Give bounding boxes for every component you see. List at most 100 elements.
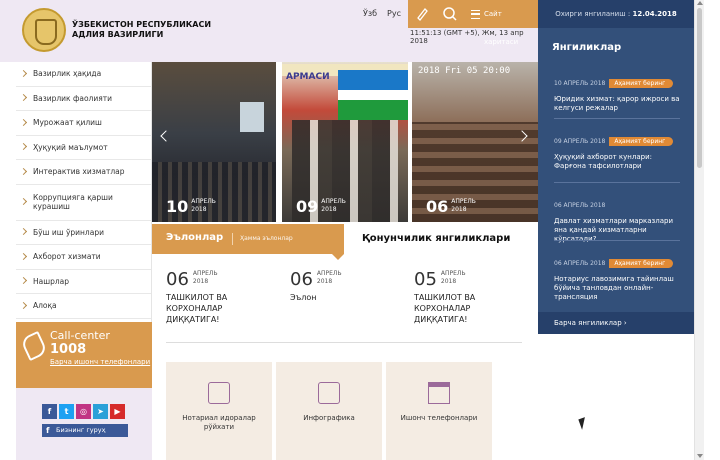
scroll-up-arrow-icon[interactable] (697, 1, 703, 5)
search-button[interactable] (436, 0, 464, 28)
divider (554, 118, 680, 119)
announcement-text: ТАШКИЛОТ ВА КОРХОНАЛАР ДИҚҚАТИГА! (414, 293, 476, 324)
tab-pointer (332, 254, 344, 260)
facebook-icon[interactable]: f (42, 404, 57, 419)
bank-icon (428, 382, 450, 404)
news-item[interactable]: 06 АПРЕЛЬ 2018 Аҳамият беринг Нотариус ла… (554, 250, 680, 302)
youtube-icon[interactable]: ▶ (110, 404, 125, 419)
sidebar-item-publications[interactable]: Нашрлар (16, 270, 151, 294)
announcement-item[interactable]: 06 апрель 2018 Эълон (290, 270, 390, 303)
banner-text: АРМАСИ (286, 72, 330, 82)
twitter-icon[interactable]: t (59, 404, 74, 419)
news-date: 06 АПРЕЛЬ 2018 (554, 202, 606, 209)
photo-month: апрель (321, 198, 346, 205)
brush-icon (417, 8, 428, 21)
sidebar-item-appeal[interactable]: Мурожаат қилиш (16, 111, 151, 136)
instagram-icon[interactable]: ◎ (76, 404, 91, 419)
last-updated-date: 12.04.2018 (632, 10, 677, 18)
mouse-cursor-icon (578, 417, 589, 430)
chevron-right-icon (19, 94, 28, 102)
news-photo[interactable]: 2018 Fri 05 20:00 06 апрель 2018 (412, 62, 538, 222)
last-updated-label: Охирги янгиланиш : (555, 10, 631, 18)
tile-notary-list[interactable]: Нотариал идоралар рўйхати (166, 362, 272, 460)
lang-uz-link[interactable]: Ўзб (358, 0, 382, 28)
sidebar-item-label: Бўш иш ўринлари (33, 227, 104, 237)
social-links: f t ◎ ➤ ▶ f Бизнинг гуруҳ (16, 388, 152, 460)
sidebar-item-label: Алоқа (33, 301, 57, 311)
sidebar-item-label: Коррупцияга қарши курашиш (33, 193, 113, 211)
news-text: Ҳуқуқий ахборот кунлари: Фарғона тафсило… (554, 153, 652, 170)
emblem-logo-icon[interactable] (22, 8, 66, 52)
news-item[interactable]: 06 АПРЕЛЬ 2018 Давлат хизматлари марказл… (554, 192, 680, 244)
photo-date: 10 апрель 2018 (166, 198, 216, 216)
all-news-link[interactable]: Барча янгиликлар › (538, 312, 694, 334)
photo-year: 2018 (191, 206, 207, 213)
sidebar-item-legal-info[interactable]: Ҳуқуқий маълумот (16, 136, 151, 160)
all-hotlines-link[interactable]: Барча ишонч телефонлари (50, 358, 152, 367)
announcement-month: апрель (316, 270, 342, 277)
announcement-day: 05 (414, 269, 437, 290)
news-item[interactable]: 10 АПРЕЛЬ 2018 Аҳамият беринг Юридик хизм… (554, 70, 680, 113)
sidebar-item-interactive[interactable]: Интерактив хизматлар (16, 160, 151, 185)
accessibility-button[interactable] (408, 0, 436, 28)
tile-infographics[interactable]: Инфографика (276, 362, 382, 460)
attention-badge: Аҳамият беринг (609, 259, 674, 268)
tab-legislation-news[interactable]: Қонунчилик янгиликлари (362, 233, 510, 244)
sidebar-item-activity[interactable]: Вазирлик фаолияти (16, 87, 151, 111)
news-item[interactable]: 09 АПРЕЛЬ 2018 Аҳамият беринг Ҳуқуқий ахб… (554, 128, 680, 171)
photo-month: апрель (451, 198, 476, 205)
sidebar-item-label: Ахборот хизмати (33, 252, 101, 262)
lang-ru-link[interactable]: Рус (382, 0, 406, 28)
page-scrollbar[interactable] (694, 0, 704, 460)
sidebar-item-label: Ҳуқуқий маълумот (33, 142, 108, 152)
sidebar-item-about[interactable]: Вазирлик ҳақида (16, 62, 151, 87)
header: ЎЗБЕКИСТОН РЕСПУБЛИКАСИ АДЛИЯ ВАЗИРЛИГИ … (0, 0, 538, 62)
all-announcements-link[interactable]: Ҳамма эълонлар (240, 235, 293, 242)
chevron-right-icon (19, 69, 28, 77)
sidebar-item-anticorruption[interactable]: Коррупцияга қарши курашиш (16, 185, 151, 221)
announcement-year: 2018 (440, 278, 457, 285)
news-date: 10 АПРЕЛЬ 2018 (554, 80, 606, 87)
announcement-item[interactable]: 05 апрель 2018 ТАШКИЛОТ ВА КОРХОНАЛАР ДИҚ… (414, 270, 514, 325)
announcement-month: апрель (440, 270, 466, 277)
call-center-title: Call-center (50, 329, 110, 342)
announcement-year: 2018 (316, 278, 333, 285)
chevron-right-icon (19, 252, 28, 260)
our-group-button[interactable]: f Бизнинг гуруҳ (42, 424, 128, 437)
tile-label: Ишонч телефонлари (400, 414, 478, 422)
divider (166, 342, 522, 343)
chevron-right-icon (19, 301, 28, 309)
search-icon (443, 7, 457, 21)
our-group-label: Бизнинг гуруҳ (56, 426, 106, 434)
sitemap-button[interactable]: Сайт харитаси (464, 0, 538, 46)
chevron-right-icon (19, 143, 28, 151)
sidebar-nav: Вазирлик ҳақида Вазирлик фаолияти Мурожа… (16, 62, 152, 460)
photo-month: апрель (191, 198, 216, 205)
news-photo[interactable]: 10 апрель 2018 (152, 62, 276, 222)
attention-badge: Аҳамият беринг (609, 137, 674, 146)
tile-label: Инфографика (303, 414, 355, 422)
announcement-item[interactable]: 06 апрель 2018 ТАШКИЛОТ ВА КОРХОНАЛАР ДИҚ… (166, 270, 266, 325)
sidebar-item-label: Интерактив хизматлар (33, 167, 125, 177)
chevron-right-icon: › (623, 319, 627, 327)
sidebar-item-contact[interactable]: Алоқа (16, 294, 151, 319)
scrollbar-thumb[interactable] (697, 8, 702, 168)
tab-announcements[interactable]: Эълонлар Ҳамма эълонлар (152, 224, 344, 260)
news-photo[interactable]: АРМАСИ 09 апрель 2018 (282, 62, 408, 222)
all-news-label: Барча янгиликлар (554, 319, 622, 327)
announcement-month: апрель (192, 270, 218, 277)
tab-announcements-label: Эълонлар (166, 232, 224, 243)
sidebar-item-vacancies[interactable]: Бўш иш ўринлари (16, 221, 151, 245)
sidebar-item-label: Вазирлик ҳақида (33, 69, 102, 79)
announcement-text: Эълон (290, 293, 317, 302)
sidebar-item-press[interactable]: Ахборот хизмати (16, 245, 151, 270)
tab-divider (232, 233, 233, 245)
chevron-right-icon (19, 118, 28, 126)
sidebar-item-label: Нашрлар (33, 276, 70, 286)
tile-hotlines[interactable]: Ишонч телефонлари (386, 362, 492, 460)
scroll-down-arrow-icon[interactable] (697, 454, 703, 458)
call-center-box[interactable]: Call-center 1008 Барча ишонч телефонлари (16, 322, 152, 388)
telegram-icon[interactable]: ➤ (93, 404, 108, 419)
announcement-day: 06 (290, 269, 313, 290)
site-title[interactable]: ЎЗБЕКИСТОН РЕСПУБЛИКАСИ АДЛИЯ ВАЗИРЛИГИ (72, 20, 212, 40)
